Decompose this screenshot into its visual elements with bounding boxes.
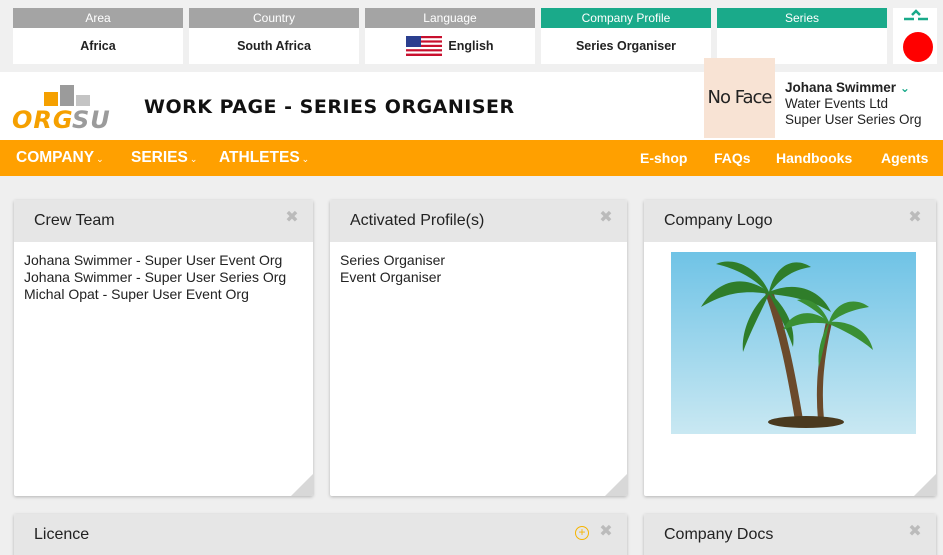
language-label: Language <box>365 8 535 28</box>
company-profile-value[interactable]: Series Organiser <box>541 28 711 64</box>
panel-header[interactable]: Company Docs ✖ <box>644 514 936 555</box>
page-title: WORK PAGE - SERIES ORGANISER <box>144 96 515 118</box>
us-flag-icon <box>406 36 443 56</box>
nav-athletes[interactable]: ATHLETES ⌄ <box>219 140 309 176</box>
area-selector[interactable]: Area Africa <box>13 8 183 64</box>
user-role: Super User Series Org <box>785 112 922 127</box>
panel-header[interactable]: Company Logo ✖ <box>644 200 936 242</box>
list-item: Johana Swimmer - Super User Series Org <box>24 269 287 285</box>
company-profile-label: Company Profile <box>541 8 711 28</box>
chevron-down-icon: ⌄ <box>301 154 310 164</box>
nav-handbooks[interactable]: Handbooks <box>776 140 852 176</box>
close-icon[interactable]: ✖ <box>599 210 613 226</box>
series-selector[interactable]: Series <box>717 8 887 64</box>
language-selector[interactable]: Language English <box>365 8 535 64</box>
top-controls <box>893 8 937 64</box>
nav-faqs[interactable]: FAQs <box>714 140 751 176</box>
country-value[interactable]: South Africa <box>189 28 359 64</box>
close-icon[interactable]: ✖ <box>599 524 613 540</box>
add-icon[interactable]: + <box>575 526 589 540</box>
list-item: Johana Swimmer - Super User Event Org <box>24 252 283 268</box>
panel-title: Crew Team <box>34 212 115 229</box>
panel-title: Company Docs <box>664 526 774 543</box>
panel-header[interactable]: Licence + ✖ <box>14 514 627 555</box>
close-icon[interactable]: ✖ <box>285 210 299 226</box>
svg-text:ORG: ORG <box>12 106 74 134</box>
area-value[interactable]: Africa <box>13 28 183 64</box>
crew-list: Johana Swimmer - Super User Event Org Jo… <box>14 242 313 313</box>
svg-text:SU: SU <box>72 106 111 134</box>
nav-company[interactable]: COMPANY ⌄ <box>16 140 104 176</box>
resize-handle[interactable] <box>291 474 313 496</box>
company-docs-panel: Company Docs ✖ <box>644 514 936 555</box>
panel-title: Licence <box>34 526 90 543</box>
licence-panel: Licence + ✖ <box>14 514 627 555</box>
list-item: Series Organiser <box>340 252 446 268</box>
series-label: Series <box>717 8 887 28</box>
company-profile-selector[interactable]: Company Profile Series Organiser <box>541 8 711 64</box>
user-info[interactable]: Johana Swimmer ⌄ Water Events Ltd Super … <box>785 80 922 128</box>
main-nav: COMPANY ⌄ SERIES ⌄ ATHLETES ⌄ E-shop FAQs H… <box>0 140 943 176</box>
crew-team-panel: Crew Team ✖ Johana Swimmer - Super User … <box>14 200 313 496</box>
user-name[interactable]: Johana Swimmer <box>785 80 896 95</box>
resize-handle[interactable] <box>605 474 627 496</box>
company-logo-image <box>671 252 916 434</box>
resize-handle[interactable] <box>914 474 936 496</box>
nav-eshop[interactable]: E-shop <box>640 140 687 176</box>
activated-profiles-panel: Activated Profile(s) ✖ Series Organiser … <box>330 200 627 496</box>
country-label: Country <box>189 8 359 28</box>
panel-header[interactable]: Activated Profile(s) ✖ <box>330 200 627 242</box>
close-icon[interactable]: ✖ <box>908 524 922 540</box>
profiles-list: Series Organiser Event Organiser <box>330 242 627 296</box>
panel-title: Company Logo <box>664 212 773 229</box>
language-value[interactable]: English <box>365 28 535 64</box>
country-selector[interactable]: Country South Africa <box>189 8 359 64</box>
chevron-down-icon: ⌄ <box>96 154 104 164</box>
nav-series[interactable]: SERIES ⌄ <box>131 140 197 176</box>
nav-agents[interactable]: Agents <box>881 140 928 176</box>
collapse-up-icon[interactable] <box>901 8 931 24</box>
area-label: Area <box>13 8 183 28</box>
company-logo-panel: Company Logo ✖ <box>644 200 936 496</box>
record-status-icon[interactable] <box>903 32 933 62</box>
panel-title: Activated Profile(s) <box>350 212 485 229</box>
orgsu-logo[interactable]: ORG SU <box>10 80 125 134</box>
avatar[interactable]: No Face <box>704 58 775 138</box>
list-item: Michal Opat - Super User Event Org <box>24 286 249 302</box>
context-selector-bar: Area Africa Country South Africa Languag… <box>0 0 943 72</box>
close-icon[interactable]: ✖ <box>908 210 922 226</box>
chevron-down-icon: ⌄ <box>189 154 198 164</box>
chevron-down-icon[interactable]: ⌄ <box>900 81 910 95</box>
panel-header[interactable]: Crew Team ✖ <box>14 200 313 242</box>
list-item: Event Organiser <box>340 269 442 285</box>
user-company: Water Events Ltd <box>785 96 889 111</box>
